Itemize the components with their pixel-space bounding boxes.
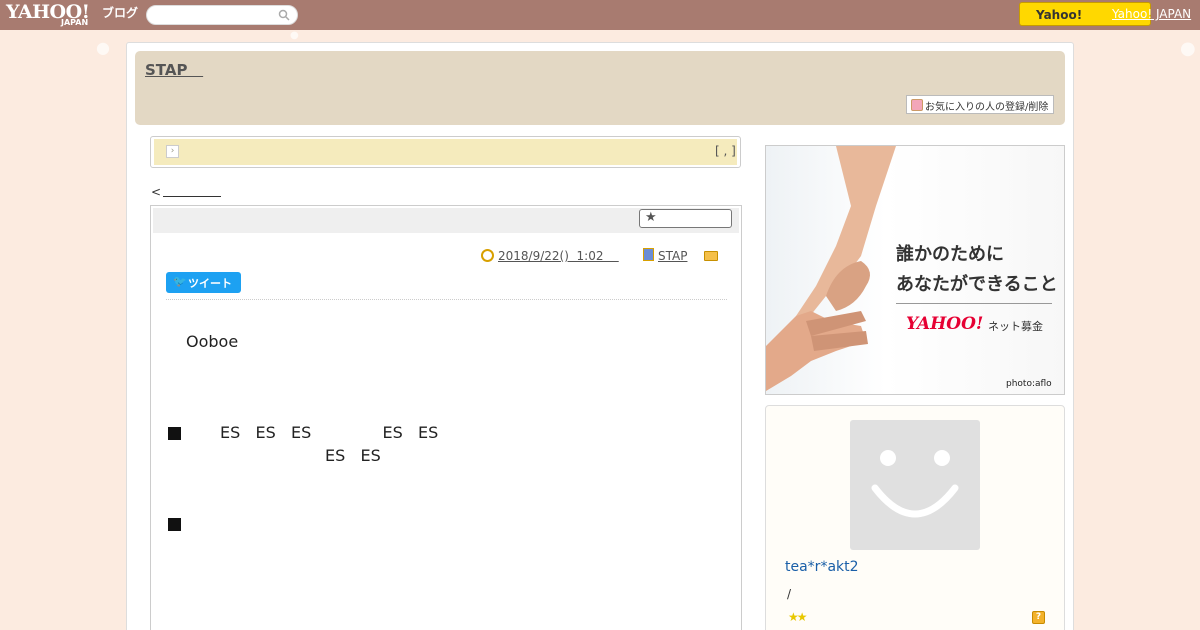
- yahoo-logo[interactable]: YAHOO! JAPAN: [6, 2, 90, 27]
- bullet-square: [168, 427, 181, 440]
- bullet-square: [168, 518, 181, 531]
- ad-logo-sub: ネット募金: [988, 320, 1043, 333]
- search-input[interactable]: [146, 5, 298, 25]
- profile-nickname[interactable]: tea*r*akt2: [785, 559, 859, 575]
- star-button[interactable]: ★: [639, 209, 732, 228]
- paw-decoration-icon: ●: [96, 38, 110, 57]
- folder-icon[interactable]: [704, 251, 718, 261]
- tweet-label: ツイート: [188, 277, 232, 290]
- ad-banner[interactable]: 誰かのために あなたができること YAHOO! ネット募金 photo:aflo: [765, 145, 1065, 395]
- twitter-bird-icon: 🐦: [173, 275, 187, 288]
- article-paragraph: ES ES: [325, 446, 381, 465]
- logo-sub: JAPAN: [61, 18, 89, 27]
- yahoo-japan-link[interactable]: Yahoo! JAPAN: [1112, 7, 1191, 21]
- clock-icon: [481, 249, 494, 262]
- avatar[interactable]: [850, 420, 980, 550]
- help-icon[interactable]: ?: [1032, 611, 1045, 624]
- prev-label: <: [151, 185, 162, 199]
- paw-decoration-icon: ●: [1180, 38, 1196, 59]
- notice-bar: [154, 139, 737, 165]
- book-icon: [643, 248, 654, 261]
- paw-decoration-icon: ●: [290, 30, 299, 41]
- favorite-button-label: お気に入りの人の登録/削除: [925, 102, 1049, 113]
- star-icon: ★: [645, 210, 657, 225]
- prev-underline: [163, 196, 222, 197]
- heart-icon: [911, 99, 923, 111]
- ad-headline-1: 誰かのために: [896, 244, 1004, 265]
- rating-stars-icon: ★★: [788, 610, 807, 624]
- blog-title[interactable]: STAP: [145, 61, 203, 79]
- article-paragraph: ES ES ES ES ES: [220, 423, 439, 442]
- article-category-link[interactable]: STAP: [658, 249, 687, 263]
- ad-credit: photo:aflo: [1006, 379, 1052, 389]
- profile-separator: /: [787, 587, 792, 601]
- ad-divider: [896, 303, 1052, 304]
- smiley-avatar-icon: [871, 450, 959, 518]
- tweet-button[interactable]: 🐦 ツイート: [166, 272, 241, 293]
- article-paragraph: Ooboe: [186, 332, 239, 351]
- notice-date: [ , ]: [715, 144, 736, 158]
- ad-headline-2: あなたができること: [896, 274, 1058, 295]
- ad-yahoo-logo: YAHOO!: [906, 314, 984, 334]
- prev-article-link[interactable]: <: [151, 185, 222, 199]
- article-date-link[interactable]: 2018/9/22() 1:02: [498, 249, 619, 263]
- article-box: [150, 205, 742, 630]
- arrow-icon[interactable]: ›: [166, 145, 179, 158]
- article-divider: [166, 299, 727, 300]
- logo-blog-label[interactable]: ブログ: [102, 4, 138, 21]
- favorite-button[interactable]: お気に入りの人の登録/削除: [906, 95, 1054, 114]
- search-icon[interactable]: [278, 9, 290, 21]
